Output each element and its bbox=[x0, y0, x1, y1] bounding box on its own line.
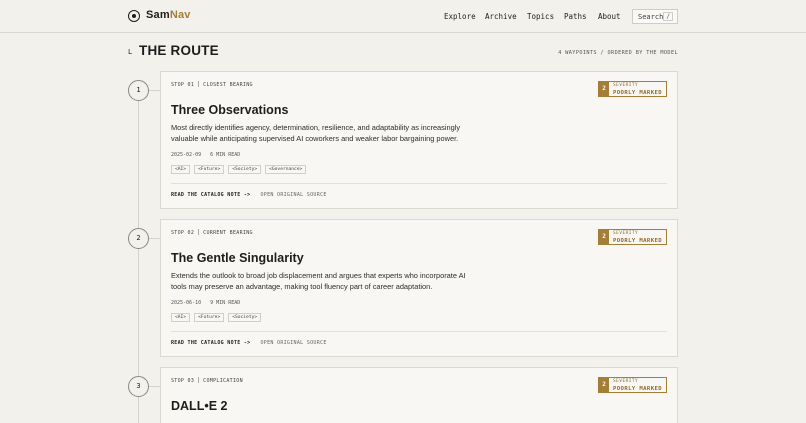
severity-value: POORLY MARKED bbox=[613, 385, 662, 392]
catalog-note-link[interactable]: READ THE CATALOG NOTE -> bbox=[171, 340, 250, 346]
timeline-line bbox=[138, 90, 139, 423]
card-title[interactable]: The Gentle Singularity bbox=[171, 251, 304, 265]
waypoint-card: STOP 02 CURRENT BEARING 2 SEVERITY POORLY … bbox=[160, 219, 678, 357]
tag[interactable]: <AI> bbox=[171, 165, 191, 174]
tag[interactable]: <Society> bbox=[228, 165, 262, 174]
severity-number: 2 bbox=[599, 82, 610, 96]
tag[interactable]: <Future> bbox=[194, 313, 225, 322]
severity-badge: 2 SEVERITY POORLY MARKED bbox=[598, 81, 667, 97]
search-shortcut-key: / bbox=[663, 12, 673, 21]
severity-value: POORLY MARKED bbox=[613, 89, 662, 96]
section-marker: L bbox=[128, 48, 133, 56]
tag-list: <AI> <Future> <Society> <Governance> bbox=[171, 165, 307, 174]
waypoint-card: STOP 03 COMPLICATION 2 SEVERITY POORLY MAR… bbox=[160, 367, 678, 423]
tag-list: <AI> <Future> <Society> bbox=[171, 313, 262, 322]
catalog-note-link[interactable]: READ THE CATALOG NOTE -> bbox=[171, 192, 250, 198]
nav-explore[interactable]: Explore bbox=[444, 12, 476, 21]
card-date-meta: 2025-02-09 6 MIN READ bbox=[171, 152, 241, 158]
divider bbox=[171, 183, 667, 184]
original-source-link[interactable]: OPEN ORIGINAL SOURCE bbox=[260, 192, 326, 198]
nav-topics[interactable]: Topics bbox=[527, 12, 554, 21]
severity-badge: 2 SEVERITY POORLY MARKED bbox=[598, 377, 667, 393]
tag[interactable]: <AI> bbox=[171, 313, 191, 322]
timeline-node: 3 bbox=[128, 376, 149, 397]
route-meta: 4 WAYPOINTS / ORDERED BY THE MODEL bbox=[558, 50, 678, 56]
original-source-link[interactable]: OPEN ORIGINAL SOURCE bbox=[260, 340, 326, 346]
severity-number: 2 bbox=[599, 230, 610, 244]
tag[interactable]: <Society> bbox=[228, 313, 262, 322]
stop-meta: STOP 02 CURRENT BEARING bbox=[171, 229, 253, 236]
stop-meta: STOP 01 CLOSEST BEARING bbox=[171, 81, 253, 88]
nav-about[interactable]: About bbox=[598, 12, 621, 21]
timeline-connector bbox=[149, 90, 160, 91]
tag[interactable]: <Future> bbox=[194, 165, 225, 174]
card-description: Extends the outlook to broad job displac… bbox=[171, 271, 466, 291]
divider bbox=[171, 331, 667, 332]
card-title[interactable]: Three Observations bbox=[171, 103, 288, 117]
timeline-node: 1 bbox=[128, 80, 149, 101]
card-date-meta: 2025-06-10 9 MIN READ bbox=[171, 300, 241, 306]
timeline-connector bbox=[149, 238, 160, 239]
card-description: Most directly identifies agency, determi… bbox=[171, 123, 461, 143]
severity-number: 2 bbox=[599, 378, 610, 392]
severity-badge: 2 SEVERITY POORLY MARKED bbox=[598, 229, 667, 245]
timeline-connector bbox=[149, 386, 160, 387]
waypoint-card: STOP 01 CLOSEST BEARING 2 SEVERITY POORLY … bbox=[160, 71, 678, 209]
nav-paths[interactable]: Paths bbox=[564, 12, 587, 21]
page-title: THE ROUTE bbox=[139, 43, 219, 58]
search-button[interactable]: Search / bbox=[632, 9, 678, 24]
stop-meta: STOP 03 COMPLICATION bbox=[171, 377, 243, 384]
card-title[interactable]: DALL•E 2 bbox=[171, 399, 227, 413]
brand-name[interactable]: SamNav bbox=[146, 9, 191, 21]
search-label: Search bbox=[638, 13, 664, 21]
logo-icon[interactable] bbox=[128, 10, 140, 22]
timeline-node: 2 bbox=[128, 228, 149, 249]
top-bar: SamNav Explore Archive Topics Paths Abou… bbox=[0, 0, 806, 33]
severity-value: POORLY MARKED bbox=[613, 237, 662, 244]
tag[interactable]: <Governance> bbox=[265, 165, 307, 174]
nav-archive[interactable]: Archive bbox=[485, 12, 517, 21]
